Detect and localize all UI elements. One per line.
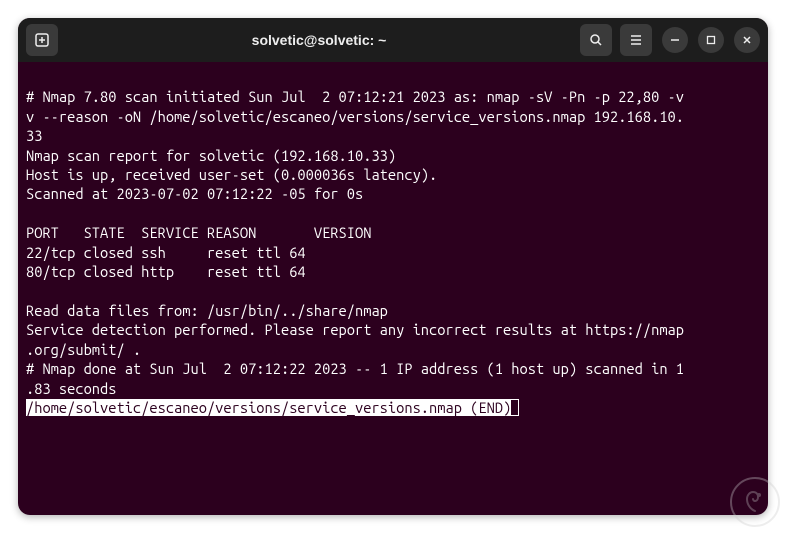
terminal-window: solvetic@solvetic: ~ # Nmap 7.80 scan in… bbox=[18, 18, 768, 515]
term-line: 22/tcp closed ssh reset ttl 64 bbox=[26, 244, 306, 261]
terminal-content[interactable]: # Nmap 7.80 scan initiated Sun Jul 2 07:… bbox=[18, 62, 768, 443]
term-line: 80/tcp closed http reset ttl 64 bbox=[26, 263, 306, 280]
term-line: PORT STATE SERVICE REASON VERSION bbox=[26, 224, 371, 241]
term-line: Read data files from: /usr/bin/../share/… bbox=[26, 302, 388, 319]
term-line: # Nmap done at Sun Jul 2 07:12:22 2023 -… bbox=[26, 360, 684, 377]
titlebar: solvetic@solvetic: ~ bbox=[18, 18, 768, 62]
cursor-icon bbox=[510, 399, 519, 416]
window-title: solvetic@solvetic: ~ bbox=[58, 32, 580, 48]
minimize-button[interactable] bbox=[662, 27, 688, 53]
term-line: v --reason -oN /home/solvetic/escaneo/ve… bbox=[26, 108, 684, 125]
term-line: 33 bbox=[26, 127, 42, 144]
term-line: Scanned at 2023-07-02 07:12:22 -05 for 0… bbox=[26, 185, 363, 202]
term-line: Service detection performed. Please repo… bbox=[26, 321, 684, 338]
pager-status: /home/solvetic/escaneo/versions/service_… bbox=[26, 399, 511, 416]
term-line: Host is up, received user-set (0.000036s… bbox=[26, 166, 437, 183]
maximize-button[interactable] bbox=[698, 27, 724, 53]
menu-button[interactable] bbox=[620, 24, 652, 56]
search-button[interactable] bbox=[580, 24, 612, 56]
term-line: Nmap scan report for solvetic (192.168.1… bbox=[26, 147, 396, 164]
close-button[interactable] bbox=[734, 27, 760, 53]
new-tab-button[interactable] bbox=[26, 24, 58, 56]
term-line: # Nmap 7.80 scan initiated Sun Jul 2 07:… bbox=[26, 88, 684, 105]
watermark-icon bbox=[730, 477, 780, 527]
term-line: .83 seconds bbox=[26, 380, 116, 397]
term-line: .org/submit/ . bbox=[26, 341, 141, 358]
titlebar-right bbox=[580, 24, 760, 56]
